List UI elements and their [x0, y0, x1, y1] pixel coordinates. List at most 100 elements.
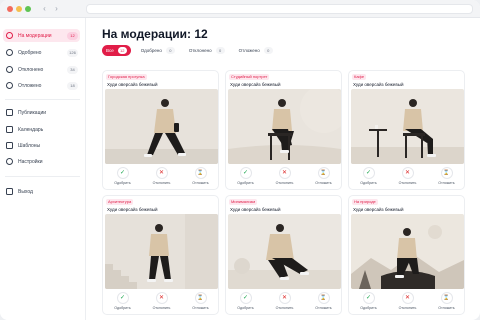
tab-count: 0 [215, 46, 225, 54]
reject-button[interactable]: ✕ Отклонить [391, 292, 425, 314]
sidebar-item-logout[interactable]: Выход [3, 185, 80, 198]
sidebar-item-approved[interactable]: Одобрено 126 [3, 46, 80, 59]
x-circle-icon [6, 66, 13, 73]
category-tag: На природе [352, 199, 378, 205]
sidebar-item-templates[interactable]: Шаблоны [3, 139, 80, 152]
close-icon: ✕ [401, 167, 414, 179]
card-actions: ✓ Одобрить ✕ Отклонить ⌛ Отложить [226, 167, 341, 189]
product-photo[interactable] [105, 214, 218, 289]
approve-label: Одобрить [114, 306, 131, 310]
sidebar-item-label: Настройки [18, 158, 43, 165]
moderation-card[interactable]: Студийный портрет Худи оверсайз бежевый [225, 70, 342, 190]
clock-icon [6, 32, 13, 39]
reject-label: Отклонить [275, 181, 294, 185]
product-photo[interactable] [351, 89, 464, 164]
approve-button[interactable]: ✓ Одобрить [106, 292, 140, 314]
card-actions: ✓ Одобрить ✕ Отклонить ⌛ Отложить [226, 292, 341, 314]
category-tag: Минимализм [229, 199, 258, 205]
product-photo[interactable] [105, 89, 218, 164]
calendar-icon [6, 126, 13, 133]
sidebar-item-settings[interactable]: Настройки [3, 155, 80, 168]
defer-label: Отложить [315, 306, 332, 310]
back-icon[interactable]: ‹ [39, 4, 50, 14]
reject-label: Отклонить [275, 306, 294, 310]
minimize-dot[interactable] [16, 6, 22, 12]
approve-button[interactable]: ✓ Одобрить [352, 292, 386, 314]
count-badge: 34 [67, 65, 78, 74]
forward-icon[interactable]: › [51, 4, 62, 14]
reject-button[interactable]: ✕ Отклонить [145, 292, 179, 314]
moderation-card[interactable]: Архитектура Худи оверсайз бежевый ✓ Одоб… [102, 195, 219, 315]
tab-approved[interactable]: Одобрено 0 [137, 45, 179, 56]
category-tag: Архитектура [106, 199, 134, 205]
defer-button[interactable]: ⌛ Отложить [184, 167, 218, 189]
defer-button[interactable]: ⌛ Отложить [430, 292, 464, 314]
sidebar-item-moderation[interactable]: На модерации 12 [3, 29, 80, 42]
sidebar-item-calendar[interactable]: Календарь [3, 123, 80, 136]
check-icon: ✓ [116, 167, 129, 179]
card-title: Худи оверсайз бежевый [353, 82, 404, 87]
sidebar-item-rejected[interactable]: Отклонено 34 [3, 63, 80, 76]
approve-label: Одобрить [237, 181, 254, 185]
moderation-card[interactable]: Минимализм Худи оверсайз бежевый ✓ Одобр… [225, 195, 342, 315]
defer-button[interactable]: ⌛ Отложить [307, 167, 341, 189]
sidebar-item-label: Выход [18, 188, 33, 195]
product-photo[interactable] [351, 214, 464, 289]
approve-label: Одобрить [360, 181, 377, 185]
reject-button[interactable]: ✕ Отклонить [145, 167, 179, 189]
defer-label: Отложить [192, 306, 209, 310]
hourglass-icon: ⌛ [317, 292, 330, 304]
count-badge: 12 [67, 31, 78, 40]
card-actions: ✓ Одобрить ✕ Отклонить ⌛ Отложить [103, 167, 218, 189]
tab-deferred[interactable]: Отложено 0 [235, 45, 277, 56]
defer-button[interactable]: ⌛ Отложить [307, 292, 341, 314]
tab-label: Все [106, 47, 114, 53]
tab-rejected[interactable]: Отклонено 0 [185, 45, 229, 56]
moderation-card[interactable]: Городская прогулка Худи оверсайз бежевый [102, 70, 219, 190]
hourglass-icon: ⌛ [194, 167, 207, 179]
defer-button[interactable]: ⌛ Отложить [184, 292, 218, 314]
tab-label: Отклонено [188, 47, 212, 53]
approve-button[interactable]: ✓ Одобрить [352, 167, 386, 189]
approve-button[interactable]: ✓ Одобрить [229, 167, 263, 189]
tab-label: Отложено [238, 47, 260, 53]
tab-count: 0 [165, 46, 175, 54]
app-window: ‹ › На модерации 12 Одобрено 126 Отклоне… [0, 0, 480, 320]
template-icon [6, 142, 13, 149]
zoom-dot[interactable] [25, 6, 31, 12]
moderation-card[interactable]: На природе Худи оверсайз бежевый ✓ Одобр… [348, 195, 465, 315]
count-badge: 18 [67, 81, 78, 90]
check-icon: ✓ [116, 292, 129, 304]
approve-button[interactable]: ✓ Одобрить [229, 292, 263, 314]
sidebar-item-label: Одобрено [18, 49, 42, 56]
product-photo[interactable] [228, 214, 341, 289]
address-bar[interactable] [86, 4, 473, 14]
browser-titlebar: ‹ › [0, 0, 480, 18]
defer-button[interactable]: ⌛ Отложить [430, 167, 464, 189]
close-dot[interactable] [7, 6, 13, 12]
approve-label: Одобрить [114, 181, 131, 185]
check-circle-icon [6, 49, 13, 56]
reject-button[interactable]: ✕ Отклонить [268, 292, 302, 314]
sidebar-item-label: Публикации [18, 109, 47, 116]
approve-button[interactable]: ✓ Одобрить [106, 167, 140, 189]
photo-architecture [105, 214, 218, 289]
document-icon [6, 109, 13, 116]
reject-button[interactable]: ✕ Отклонить [391, 167, 425, 189]
reject-label: Отклонить [398, 181, 417, 185]
card-actions: ✓ Одобрить ✕ Отклонить ⌛ Отложить [349, 167, 464, 189]
defer-label: Отложить [315, 181, 332, 185]
tab-all[interactable]: Все 12 [102, 44, 131, 56]
category-tag: Кафе [352, 74, 367, 80]
sidebar-divider [5, 99, 80, 100]
product-photo[interactable] [228, 89, 341, 164]
sidebar-item-deferred[interactable]: Отложено 18 [3, 79, 80, 92]
reject-label: Отклонить [152, 306, 171, 310]
logout-icon [6, 188, 13, 195]
reject-button[interactable]: ✕ Отклонить [268, 167, 302, 189]
tab-label: Одобрено [140, 47, 162, 53]
moderation-card[interactable]: Кафе Худи оверсайз бежевый ✓ Одобрить ✕ … [348, 70, 465, 190]
sidebar-item-publications[interactable]: Публикации [3, 106, 80, 119]
photo-minimalism [228, 214, 341, 289]
approve-label: Одобрить [360, 306, 377, 310]
